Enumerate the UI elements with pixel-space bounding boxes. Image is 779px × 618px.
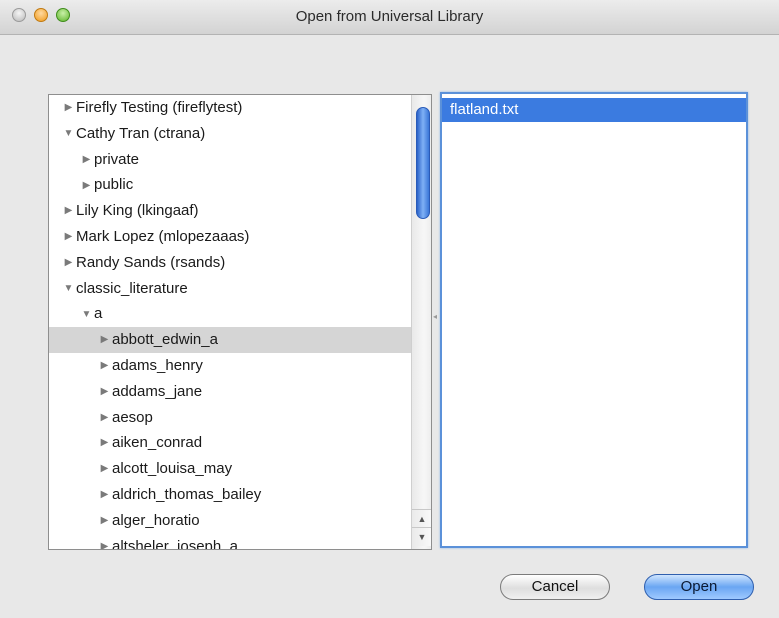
library-tree: ▶ Firefly Testing (fireflytest) ▼ Cathy Tra… (49, 95, 411, 550)
tree-row[interactable]: ▶ aesop (49, 405, 411, 431)
tree-row-label: aldrich_thomas_bailey (112, 486, 262, 504)
disclosure-collapsed-icon[interactable]: ▶ (99, 430, 110, 456)
tree-scroll-thumb[interactable] (416, 107, 430, 219)
disclosure-collapsed-icon[interactable]: ▶ (63, 250, 74, 276)
title-bar[interactable]: Open from Universal Library (0, 0, 779, 35)
tree-row-label: a (94, 305, 103, 323)
tree-row[interactable]: ▶ Randy Sands (rsands) (49, 250, 411, 276)
disclosure-collapsed-icon[interactable]: ▶ (99, 327, 110, 353)
disclosure-expanded-icon[interactable]: ▼ (63, 276, 74, 302)
disclosure-collapsed-icon[interactable]: ▶ (63, 198, 74, 224)
tree-row[interactable]: ▼ a (49, 301, 411, 327)
disclosure-expanded-icon[interactable]: ▼ (81, 302, 92, 328)
disclosure-collapsed-icon[interactable]: ▶ (99, 534, 110, 549)
tree-row-label: aesop (112, 408, 153, 426)
disclosure-collapsed-icon[interactable]: ▶ (99, 482, 110, 508)
tree-row-label: addams_jane (112, 382, 203, 400)
library-tree-pane: ▶ Firefly Testing (fireflytest) ▼ Cathy Tra… (48, 94, 432, 550)
disclosure-collapsed-icon[interactable]: ▶ (99, 456, 110, 482)
disclosure-collapsed-icon[interactable]: ▶ (81, 173, 92, 199)
disclosure-collapsed-icon[interactable]: ▶ (99, 508, 110, 534)
tree-row[interactable]: ▼ Cathy Tran (ctrana) (49, 121, 411, 147)
file-list-pane: flatland.txt (440, 92, 748, 548)
tree-row-label: alcott_louisa_may (112, 460, 233, 478)
tree-row[interactable]: ▼ classic_literature (49, 276, 411, 302)
tree-row[interactable]: ▶ public (49, 172, 411, 198)
tree-row[interactable]: ▶ Mark Lopez (mlopezaaas) (49, 224, 411, 250)
tree-row[interactable]: ▶ adams_henry (49, 353, 411, 379)
tree-row[interactable]: ▶ altsheler_joseph_a (49, 534, 411, 550)
file-list-item[interactable]: flatland.txt (442, 98, 746, 122)
tree-row-label: altsheler_joseph_a (112, 537, 238, 550)
tree-row-label: private (94, 150, 140, 168)
tree-row-label: public (94, 176, 134, 194)
tree-row[interactable]: ▶ private (49, 147, 411, 173)
tree-row-label: abbott_edwin_a (112, 331, 218, 349)
disclosure-collapsed-icon[interactable]: ▶ (99, 379, 110, 405)
disclosure-expanded-icon[interactable]: ▼ (63, 121, 74, 147)
tree-row[interactable]: ▶ Firefly Testing (fireflytest) (49, 95, 411, 121)
tree-row-label: aiken_conrad (112, 434, 203, 452)
scroll-up-arrow[interactable]: ▲ (412, 509, 431, 528)
tree-row[interactable]: ▶ addams_jane (49, 379, 411, 405)
split-view-divider-handle[interactable]: ◂ (432, 312, 438, 324)
tree-row[interactable]: ▶ alger_horatio (49, 508, 411, 534)
tree-vertical-scrollbar[interactable]: ▲ ▼ (411, 95, 431, 549)
tree-row-label: classic_literature (76, 279, 188, 297)
cancel-button[interactable]: Cancel (500, 574, 610, 600)
tree-row-label: Lily King (lkingaaf) (76, 202, 199, 220)
open-dialog-window: Open from Universal Library ▶ Firefly Tes… (0, 0, 779, 618)
tree-row-label: Mark Lopez (mlopezaaas) (76, 228, 250, 246)
scroll-down-arrow[interactable]: ▼ (412, 527, 431, 546)
window-title: Open from Universal Library (295, 8, 484, 25)
tree-row[interactable]: ▶ Lily King (lkingaaf) (49, 198, 411, 224)
tree-row-label: Firefly Testing (fireflytest) (76, 99, 243, 117)
tree-row-label: Randy Sands (rsands) (76, 253, 226, 271)
disclosure-collapsed-icon[interactable]: ▶ (99, 353, 110, 379)
disclosure-collapsed-icon[interactable]: ▶ (81, 147, 92, 173)
disclosure-collapsed-icon[interactable]: ▶ (63, 224, 74, 250)
disclosure-collapsed-icon[interactable]: ▶ (63, 95, 74, 121)
tree-row-label: adams_henry (112, 357, 203, 375)
tree-row[interactable]: ▶ abbott_edwin_a (49, 327, 411, 353)
open-button[interactable]: Open (644, 574, 754, 600)
tree-row-label: alger_horatio (112, 511, 200, 529)
tree-row[interactable]: ▶ alcott_louisa_may (49, 456, 411, 482)
tree-row[interactable]: ▶ aiken_conrad (49, 430, 411, 456)
tree-row-label: Cathy Tran (ctrana) (76, 124, 206, 142)
tree-row[interactable]: ▶ aldrich_thomas_bailey (49, 482, 411, 508)
disclosure-collapsed-icon[interactable]: ▶ (99, 405, 110, 431)
